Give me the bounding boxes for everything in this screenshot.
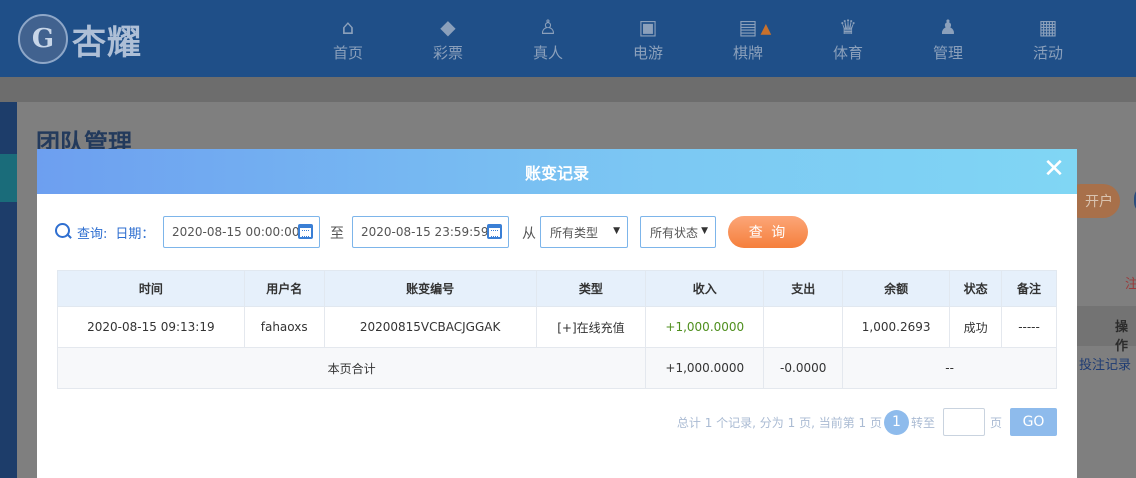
nav-item-lottery[interactable]: ◆ 彩票 — [398, 0, 498, 77]
nav-item-home[interactable]: ⌂ 首页 — [298, 0, 398, 77]
end-date-value: 2020-08-15 23:59:59 — [361, 225, 489, 239]
op-header: 操作 — [1115, 320, 1129, 354]
page-unit: 页 — [989, 415, 1002, 430]
nav-label: 彩票 — [432, 43, 463, 62]
main-nav: ⌂ 首页 ◆ 彩票 ♙ 真人 ▣ 电游 ▤ ▲ 棋牌 ♛ 体育 ♟ 管理 ▦ 活… — [298, 0, 1098, 77]
records-table: 时间 用户名 账变编号 类型 收入 支出 余额 状态 备注 2020-08-15… — [56, 270, 1057, 389]
col-header: 收入 — [645, 270, 765, 307]
gift-icon: ▦ — [1038, 14, 1058, 39]
cell-time: 2020-08-15 09:13:19 — [57, 306, 245, 348]
col-header: 类型 — [535, 270, 647, 307]
mahjong-icon: ▤ — [738, 14, 758, 39]
to-label: 至 — [330, 226, 344, 242]
total-row: 本页合计 +1,000.0000 -0.0000 -- — [56, 347, 1057, 389]
calendar-icon[interactable] — [298, 224, 313, 239]
nav-label: 体育 — [832, 43, 863, 62]
page-1-button[interactable]: 1 — [883, 409, 909, 435]
sub-bar — [0, 77, 1136, 102]
cell-balance: 1,000.2693 — [842, 306, 951, 348]
total-rest: -- — [842, 347, 1057, 389]
hot-flame-icon: ▲ — [760, 20, 772, 37]
nav-label: 电游 — [632, 43, 663, 62]
cell-id: 20200815VCBACJGGAK — [323, 306, 537, 348]
total-expense: -0.0000 — [763, 347, 844, 389]
cell-income: +1,000.0000 — [645, 306, 765, 348]
nav-label: 管理 — [932, 43, 963, 62]
logo-badge: G — [18, 14, 68, 64]
col-header: 备注 — [1001, 270, 1057, 307]
modal-header: 账变记录 ✕ — [37, 149, 1077, 194]
col-header: 状态 — [949, 270, 1003, 307]
status-select-value: 所有状态 — [650, 225, 699, 240]
col-header: 余额 — [842, 270, 951, 307]
bet-record-link[interactable]: 投注记录 — [1079, 354, 1131, 373]
type-select[interactable]: 所有类型 ▼ — [540, 216, 628, 248]
nav-label: 棋牌 — [732, 43, 763, 62]
from-label: 从 — [522, 226, 536, 242]
chevron-down-icon: ▼ — [701, 226, 708, 236]
cell-status: 成功 — [949, 306, 1003, 348]
nav-item-sports[interactable]: ♛ 体育 — [798, 0, 898, 77]
end-date-input[interactable]: 2020-08-15 23:59:59 — [352, 216, 509, 248]
col-header: 账变编号 — [323, 270, 537, 307]
cell-remark: ----- — [1001, 306, 1057, 348]
total-label: 本页合计 — [56, 347, 647, 389]
nav-label: 真人 — [532, 43, 563, 62]
live-icon: ♙ — [539, 14, 557, 39]
total-income: +1,000.0000 — [645, 347, 765, 389]
slot-icon: ▣ — [638, 14, 658, 39]
type-select-value: 所有类型 — [550, 225, 599, 240]
col-header: 用户名 — [243, 270, 325, 307]
pager-summary: 总计 1 个记录, 分为 1 页, 当前第 1 页 — [676, 415, 882, 430]
nav-item-slots[interactable]: ▣ 电游 — [598, 0, 698, 77]
modal-title: 账变记录 — [524, 163, 589, 183]
users-icon: ♟ — [939, 14, 957, 39]
home-icon: ⌂ — [341, 14, 355, 39]
query-button[interactable]: 查 询 — [728, 216, 808, 248]
start-date-input[interactable]: 2020-08-15 00:00:00 — [163, 216, 320, 248]
trophy-icon: ♛ — [839, 14, 857, 39]
calendar-icon[interactable] — [487, 224, 502, 239]
cell-user: fahaoxs — [243, 306, 325, 348]
lottery-icon: ◆ — [440, 14, 456, 39]
cell-expense — [763, 306, 844, 348]
top-nav: G 杏耀 ⌂ 首页 ◆ 彩票 ♙ 真人 ▣ 电游 ▤ ▲ 棋牌 ♛ 体育 ♟ 管… — [0, 0, 1136, 77]
logo-text: 杏耀 — [72, 22, 142, 63]
col-header: 支出 — [763, 270, 844, 307]
nav-label: 首页 — [332, 43, 363, 62]
jump-label: 转至 — [910, 415, 935, 430]
pagination: 总计 1 个记录, 分为 1 页, 当前第 1 页 1 转至 页 GO — [677, 408, 1057, 436]
nav-label: 活动 — [1032, 43, 1063, 62]
col-header: 时间 — [57, 270, 245, 307]
chevron-down-icon: ▼ — [613, 226, 620, 236]
cell-type: [+]在线充值 — [535, 306, 647, 348]
date-label: 日期： — [115, 226, 155, 242]
side-strip — [0, 102, 17, 478]
go-button[interactable]: GO — [1010, 408, 1057, 436]
close-icon[interactable]: ✕ — [1043, 156, 1065, 182]
nav-item-manage[interactable]: ♟ 管理 — [898, 0, 998, 77]
logo[interactable]: G 杏耀 — [18, 8, 142, 70]
filter-label: 查询: 日期： — [55, 216, 154, 248]
note-text: 注 — [1125, 277, 1136, 292]
status-select[interactable]: 所有状态 ▼ — [640, 216, 716, 248]
query-label: 查询: — [77, 226, 108, 242]
table-row: 2020-08-15 09:13:19 fahaoxs 20200815VCBA… — [57, 306, 1057, 348]
start-date-value: 2020-08-15 00:00:00 — [172, 225, 300, 239]
account-change-modal: 账变记录 ✕ 查询: 日期： 2020-08-15 00:00:00 至 202… — [37, 149, 1077, 478]
jump-page-input[interactable] — [942, 408, 985, 436]
nav-item-chess[interactable]: ▤ ▲ 棋牌 — [698, 0, 798, 77]
nav-item-promo[interactable]: ▦ 活动 — [998, 0, 1098, 77]
table-header-row: 时间 用户名 账变编号 类型 收入 支出 余额 状态 备注 — [57, 270, 1057, 307]
nav-item-live[interactable]: ♙ 真人 — [498, 0, 598, 77]
search-icon — [55, 223, 73, 241]
